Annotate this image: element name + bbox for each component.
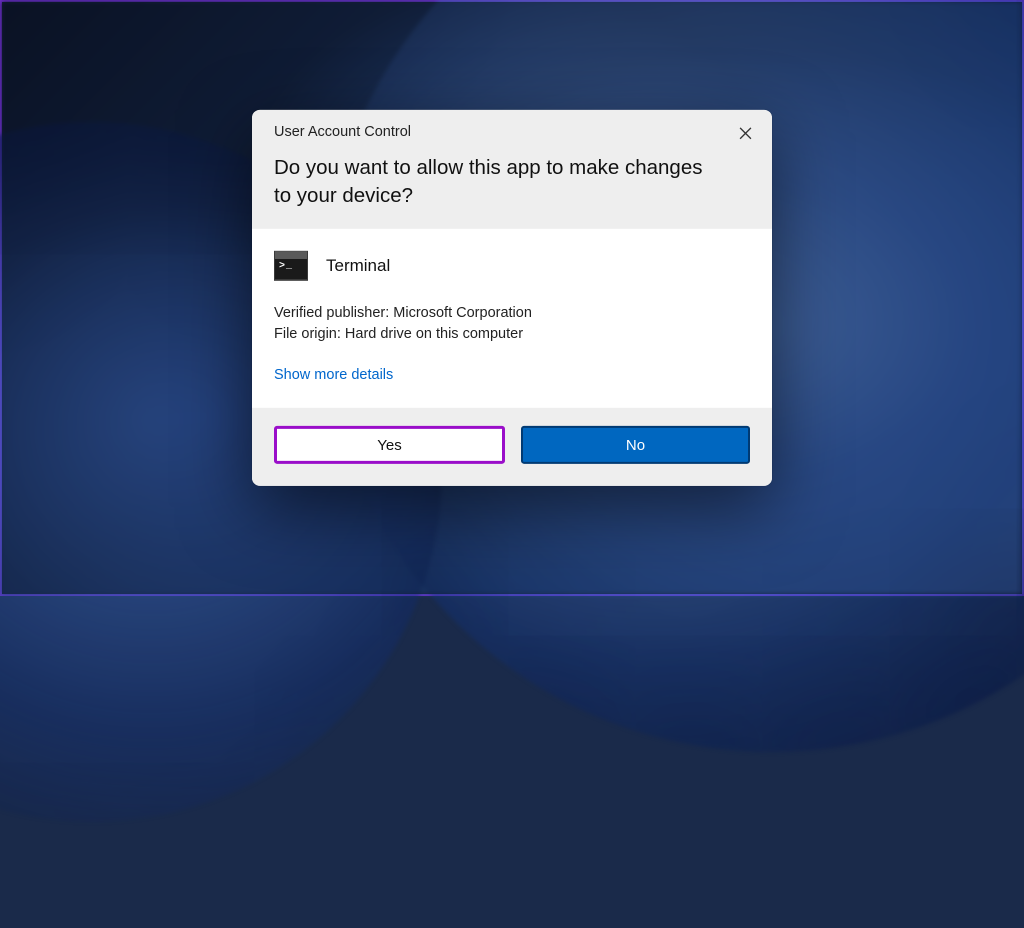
close-icon	[739, 126, 752, 139]
uac-dialog: User Account Control Do you want to allo…	[252, 110, 772, 486]
close-button[interactable]	[732, 120, 758, 146]
app-row: Terminal	[274, 251, 750, 281]
uac-footer: Yes No	[252, 408, 772, 486]
publisher-line: Verified publisher: Microsoft Corporatio…	[274, 303, 750, 324]
dialog-title: User Account Control	[274, 124, 750, 140]
uac-body: Terminal Verified publisher: Microsoft C…	[252, 229, 772, 408]
show-more-details-link[interactable]: Show more details	[274, 367, 393, 383]
app-name: Terminal	[326, 256, 390, 276]
terminal-icon	[274, 251, 308, 281]
yes-button[interactable]: Yes	[274, 426, 505, 464]
origin-line: File origin: Hard drive on this computer	[274, 324, 750, 345]
no-button[interactable]: No	[521, 426, 750, 464]
uac-question: Do you want to allow this app to make ch…	[274, 154, 750, 209]
uac-header: User Account Control Do you want to allo…	[252, 110, 772, 229]
